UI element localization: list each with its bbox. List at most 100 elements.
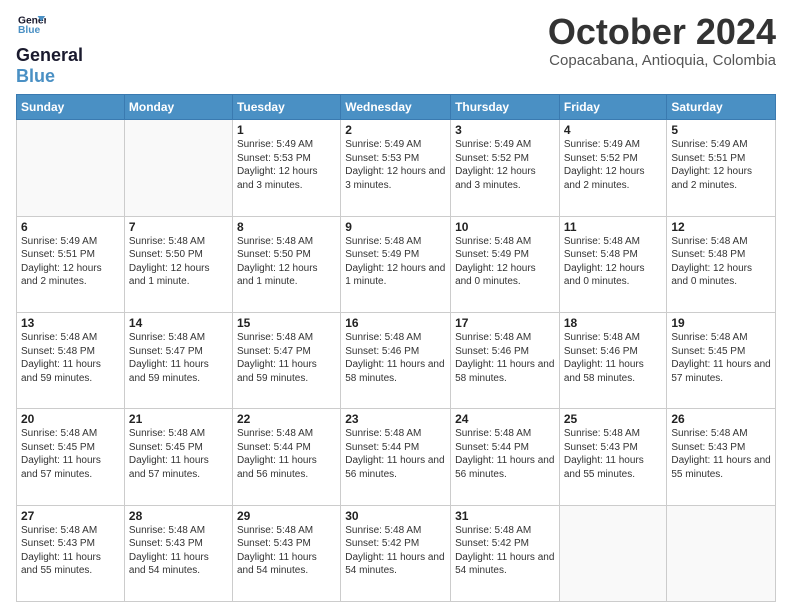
day-number: 30	[345, 509, 446, 523]
table-row: 14Sunrise: 5:48 AM Sunset: 5:47 PM Dayli…	[124, 313, 232, 409]
table-row: 21Sunrise: 5:48 AM Sunset: 5:45 PM Dayli…	[124, 409, 232, 505]
calendar-week-row: 13Sunrise: 5:48 AM Sunset: 5:48 PM Dayli…	[17, 313, 776, 409]
table-row: 4Sunrise: 5:49 AM Sunset: 5:52 PM Daylig…	[559, 120, 667, 216]
table-row: 31Sunrise: 5:48 AM Sunset: 5:42 PM Dayli…	[451, 505, 560, 601]
table-row: 22Sunrise: 5:48 AM Sunset: 5:44 PM Dayli…	[232, 409, 340, 505]
table-row	[559, 505, 667, 601]
day-number: 12	[671, 220, 771, 234]
day-number: 4	[564, 123, 663, 137]
day-number: 24	[455, 412, 555, 426]
day-info: Sunrise: 5:48 AM Sunset: 5:43 PM Dayligh…	[564, 427, 663, 481]
day-number: 1	[237, 123, 336, 137]
day-info: Sunrise: 5:48 AM Sunset: 5:44 PM Dayligh…	[455, 427, 555, 481]
day-number: 5	[671, 123, 771, 137]
day-info: Sunrise: 5:49 AM Sunset: 5:52 PM Dayligh…	[455, 138, 555, 192]
day-info: Sunrise: 5:48 AM Sunset: 5:45 PM Dayligh…	[21, 427, 120, 481]
day-info: Sunrise: 5:48 AM Sunset: 5:43 PM Dayligh…	[237, 524, 336, 578]
day-info: Sunrise: 5:49 AM Sunset: 5:52 PM Dayligh…	[564, 138, 663, 192]
table-row: 26Sunrise: 5:48 AM Sunset: 5:43 PM Dayli…	[667, 409, 776, 505]
day-info: Sunrise: 5:48 AM Sunset: 5:48 PM Dayligh…	[21, 331, 120, 385]
table-row: 6Sunrise: 5:49 AM Sunset: 5:51 PM Daylig…	[17, 216, 125, 312]
day-number: 7	[129, 220, 228, 234]
day-info: Sunrise: 5:48 AM Sunset: 5:43 PM Dayligh…	[671, 427, 771, 481]
day-number: 10	[455, 220, 555, 234]
table-row: 13Sunrise: 5:48 AM Sunset: 5:48 PM Dayli…	[17, 313, 125, 409]
col-sunday: Sunday	[17, 95, 125, 120]
col-monday: Monday	[124, 95, 232, 120]
calendar-week-row: 6Sunrise: 5:49 AM Sunset: 5:51 PM Daylig…	[17, 216, 776, 312]
day-info: Sunrise: 5:48 AM Sunset: 5:49 PM Dayligh…	[455, 235, 555, 289]
title-area: October 2024 Copacabana, Antioquia, Colo…	[548, 12, 776, 69]
day-number: 26	[671, 412, 771, 426]
day-number: 14	[129, 316, 228, 330]
day-number: 27	[21, 509, 120, 523]
table-row: 25Sunrise: 5:48 AM Sunset: 5:43 PM Dayli…	[559, 409, 667, 505]
day-info: Sunrise: 5:48 AM Sunset: 5:47 PM Dayligh…	[129, 331, 228, 385]
logo-line2: Blue	[16, 66, 83, 87]
page: General Blue General Blue October 2024 C…	[0, 0, 792, 612]
table-row: 28Sunrise: 5:48 AM Sunset: 5:43 PM Dayli…	[124, 505, 232, 601]
table-row: 3Sunrise: 5:49 AM Sunset: 5:52 PM Daylig…	[451, 120, 560, 216]
day-number: 28	[129, 509, 228, 523]
day-info: Sunrise: 5:48 AM Sunset: 5:42 PM Dayligh…	[345, 524, 446, 578]
day-info: Sunrise: 5:49 AM Sunset: 5:53 PM Dayligh…	[345, 138, 446, 192]
svg-text:Blue: Blue	[18, 25, 41, 36]
table-row: 9Sunrise: 5:48 AM Sunset: 5:49 PM Daylig…	[341, 216, 451, 312]
table-row: 24Sunrise: 5:48 AM Sunset: 5:44 PM Dayli…	[451, 409, 560, 505]
calendar-header-row: Sunday Monday Tuesday Wednesday Thursday…	[17, 95, 776, 120]
table-row: 19Sunrise: 5:48 AM Sunset: 5:45 PM Dayli…	[667, 313, 776, 409]
header: General Blue General Blue October 2024 C…	[16, 12, 776, 86]
day-number: 25	[564, 412, 663, 426]
day-info: Sunrise: 5:48 AM Sunset: 5:43 PM Dayligh…	[129, 524, 228, 578]
day-number: 16	[345, 316, 446, 330]
day-info: Sunrise: 5:49 AM Sunset: 5:51 PM Dayligh…	[21, 235, 120, 289]
table-row: 29Sunrise: 5:48 AM Sunset: 5:43 PM Dayli…	[232, 505, 340, 601]
day-info: Sunrise: 5:48 AM Sunset: 5:44 PM Dayligh…	[345, 427, 446, 481]
table-row	[17, 120, 125, 216]
day-info: Sunrise: 5:48 AM Sunset: 5:46 PM Dayligh…	[345, 331, 446, 385]
day-info: Sunrise: 5:48 AM Sunset: 5:45 PM Dayligh…	[129, 427, 228, 481]
day-info: Sunrise: 5:48 AM Sunset: 5:45 PM Dayligh…	[671, 331, 771, 385]
col-saturday: Saturday	[667, 95, 776, 120]
table-row: 20Sunrise: 5:48 AM Sunset: 5:45 PM Dayli…	[17, 409, 125, 505]
logo: General Blue General Blue	[16, 12, 83, 86]
table-row	[124, 120, 232, 216]
day-number: 18	[564, 316, 663, 330]
calendar-week-row: 1Sunrise: 5:49 AM Sunset: 5:53 PM Daylig…	[17, 120, 776, 216]
day-info: Sunrise: 5:48 AM Sunset: 5:43 PM Dayligh…	[21, 524, 120, 578]
calendar-week-row: 27Sunrise: 5:48 AM Sunset: 5:43 PM Dayli…	[17, 505, 776, 601]
table-row: 30Sunrise: 5:48 AM Sunset: 5:42 PM Dayli…	[341, 505, 451, 601]
table-row: 16Sunrise: 5:48 AM Sunset: 5:46 PM Dayli…	[341, 313, 451, 409]
table-row: 1Sunrise: 5:49 AM Sunset: 5:53 PM Daylig…	[232, 120, 340, 216]
month-title: October 2024	[548, 12, 776, 52]
day-info: Sunrise: 5:48 AM Sunset: 5:46 PM Dayligh…	[455, 331, 555, 385]
location: Copacabana, Antioquia, Colombia	[548, 52, 776, 69]
day-info: Sunrise: 5:48 AM Sunset: 5:44 PM Dayligh…	[237, 427, 336, 481]
day-info: Sunrise: 5:48 AM Sunset: 5:46 PM Dayligh…	[564, 331, 663, 385]
calendar: Sunday Monday Tuesday Wednesday Thursday…	[16, 94, 776, 602]
day-number: 31	[455, 509, 555, 523]
day-number: 23	[345, 412, 446, 426]
day-number: 17	[455, 316, 555, 330]
day-info: Sunrise: 5:48 AM Sunset: 5:50 PM Dayligh…	[237, 235, 336, 289]
day-number: 3	[455, 123, 555, 137]
day-number: 2	[345, 123, 446, 137]
day-info: Sunrise: 5:48 AM Sunset: 5:47 PM Dayligh…	[237, 331, 336, 385]
day-number: 8	[237, 220, 336, 234]
table-row: 5Sunrise: 5:49 AM Sunset: 5:51 PM Daylig…	[667, 120, 776, 216]
day-number: 11	[564, 220, 663, 234]
day-info: Sunrise: 5:48 AM Sunset: 5:49 PM Dayligh…	[345, 235, 446, 289]
day-number: 9	[345, 220, 446, 234]
table-row: 17Sunrise: 5:48 AM Sunset: 5:46 PM Dayli…	[451, 313, 560, 409]
day-info: Sunrise: 5:48 AM Sunset: 5:42 PM Dayligh…	[455, 524, 555, 578]
col-tuesday: Tuesday	[232, 95, 340, 120]
day-info: Sunrise: 5:49 AM Sunset: 5:53 PM Dayligh…	[237, 138, 336, 192]
calendar-week-row: 20Sunrise: 5:48 AM Sunset: 5:45 PM Dayli…	[17, 409, 776, 505]
table-row: 11Sunrise: 5:48 AM Sunset: 5:48 PM Dayli…	[559, 216, 667, 312]
table-row: 8Sunrise: 5:48 AM Sunset: 5:50 PM Daylig…	[232, 216, 340, 312]
day-info: Sunrise: 5:48 AM Sunset: 5:48 PM Dayligh…	[564, 235, 663, 289]
table-row: 12Sunrise: 5:48 AM Sunset: 5:48 PM Dayli…	[667, 216, 776, 312]
day-number: 29	[237, 509, 336, 523]
table-row: 10Sunrise: 5:48 AM Sunset: 5:49 PM Dayli…	[451, 216, 560, 312]
day-number: 22	[237, 412, 336, 426]
